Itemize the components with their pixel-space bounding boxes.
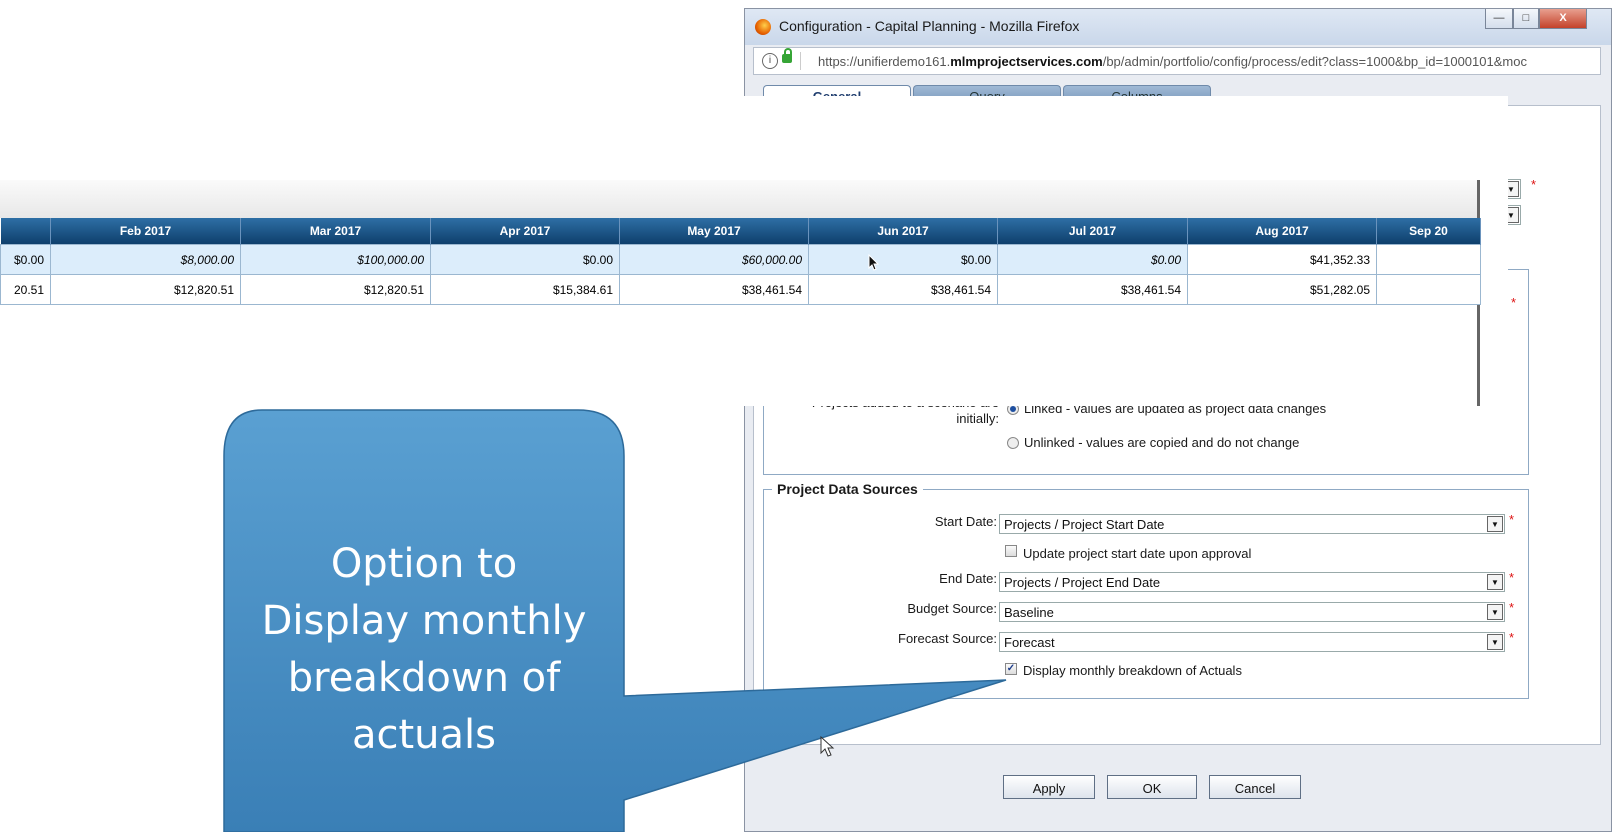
budget-source-select[interactable]: Baseline ▼: [999, 602, 1505, 622]
end-date-value: Projects / Project End Date: [1004, 575, 1161, 590]
update-start-date-checkbox[interactable]: [1005, 545, 1017, 557]
end-date-select[interactable]: Projects / Project End Date ▼: [999, 572, 1505, 592]
budget-source-label: Budget Source:: [907, 601, 997, 616]
required-marker: *: [1509, 570, 1515, 585]
table-row: $0.00 $8,000.00 $100,000.00 $0.00 $60,00…: [0, 244, 1481, 275]
grid-header-cell: May 2017: [619, 218, 809, 245]
window-title: Configuration - Capital Planning - Mozil…: [779, 18, 1080, 34]
data-sources-legend: Project Data Sources: [772, 481, 923, 497]
unlinked-radio[interactable]: [1007, 437, 1019, 449]
grid-cell[interactable]: $0.00: [808, 244, 998, 275]
update-start-date-label: Update project start date upon approval: [1023, 546, 1252, 561]
grid-header-cell: Feb 2017: [50, 218, 241, 245]
chevron-down-icon: ▼: [1487, 634, 1503, 650]
url-prefix: https://unifierdemo161.: [818, 54, 951, 69]
apply-button[interactable]: Apply: [1003, 775, 1095, 799]
grid-header-cell: [0, 218, 51, 245]
grid-cell[interactable]: $41,352.33: [1187, 244, 1377, 275]
grid-cell[interactable]: $38,461.54: [808, 274, 998, 305]
start-date-label: Start Date:: [934, 514, 997, 529]
grid-cell[interactable]: $0.00: [0, 244, 51, 275]
callout-text: Option to Display monthly breakdown of a…: [224, 536, 624, 764]
chevron-down-icon: ▼: [1487, 604, 1503, 620]
unlinked-option-label: Unlinked - values are copied and do not …: [1024, 435, 1300, 450]
grid-header-cell: Jul 2017: [997, 218, 1188, 245]
grid-cell[interactable]: $100,000.00: [240, 244, 431, 275]
maximize-button[interactable]: □: [1513, 9, 1539, 29]
url-text[interactable]: https://unifierdemo161.mlmprojectservice…: [818, 54, 1527, 69]
grid-header-row: Feb 2017 Mar 2017 Apr 2017 May 2017 Jun …: [0, 218, 1481, 245]
mouse-pointer-icon: [868, 254, 880, 271]
display-monthly-actuals-label: Display monthly breakdown of Actuals: [1023, 663, 1242, 678]
grid-cell[interactable]: $38,461.54: [619, 274, 809, 305]
grid-cell[interactable]: $12,820.51: [240, 274, 431, 305]
budget-source-value: Baseline: [1004, 605, 1054, 620]
grid-cell[interactable]: $60,000.00: [619, 244, 809, 275]
grid-toolbar-strip: [0, 180, 1480, 218]
monthly-grid: Feb 2017 Mar 2017 Apr 2017 May 2017 Jun …: [0, 218, 1481, 305]
required-marker: *: [1511, 295, 1517, 310]
grid-header-cell: Sep 20: [1376, 218, 1481, 245]
forecast-source-label: Forecast Source:: [898, 631, 997, 646]
forecast-source-select[interactable]: Forecast ▼: [999, 632, 1505, 652]
forecast-source-value: Forecast: [1004, 635, 1055, 650]
grid-cell[interactable]: $0.00: [997, 244, 1188, 275]
url-bar[interactable]: i https://unifierdemo161.mlmprojectservi…: [753, 47, 1601, 75]
start-date-value: Projects / Project Start Date: [1004, 517, 1165, 532]
ok-button[interactable]: OK: [1107, 775, 1197, 799]
grid-cell[interactable]: $8,000.00: [50, 244, 241, 275]
grid-header-cell: Jun 2017: [808, 218, 998, 245]
lock-icon: [782, 48, 792, 63]
scenario-label-line2: initially:: [956, 411, 999, 426]
grid-cell[interactable]: $38,461.54: [997, 274, 1188, 305]
close-button[interactable]: X: [1539, 9, 1587, 29]
display-monthly-actuals-checkbox[interactable]: ✓: [1005, 663, 1017, 675]
grid-cell[interactable]: $12,820.51: [50, 274, 241, 305]
url-path: /bp/admin/portfolio/config/process/edit?…: [1102, 54, 1527, 69]
url-domain: mlmprojectservices.com: [950, 54, 1103, 69]
grid-cell[interactable]: [1376, 274, 1481, 305]
grid-header-cell: Apr 2017: [430, 218, 620, 245]
end-date-label: End Date:: [939, 571, 997, 586]
grid-header-cell: Mar 2017: [240, 218, 431, 245]
callout-line: Display monthly: [261, 598, 587, 644]
table-row: 20.51 $12,820.51 $12,820.51 $15,384.61 $…: [0, 274, 1481, 305]
required-marker: *: [1509, 600, 1515, 615]
required-marker: *: [1509, 630, 1515, 645]
callout-line: breakdown of: [287, 655, 561, 701]
required-marker: *: [1531, 177, 1537, 192]
firefox-icon: [755, 19, 771, 35]
grid-cell[interactable]: $15,384.61: [430, 274, 620, 305]
grid-cell[interactable]: 20.51: [0, 274, 51, 305]
callout-line: actuals: [351, 712, 496, 758]
start-date-select[interactable]: Projects / Project Start Date ▼: [999, 514, 1505, 534]
cancel-button[interactable]: Cancel: [1209, 775, 1301, 799]
grid-cell[interactable]: $0.00: [430, 244, 620, 275]
grid-header-cell: Aug 2017: [1187, 218, 1377, 245]
required-marker: *: [1509, 512, 1515, 527]
grid-cell[interactable]: $51,282.05: [1187, 274, 1377, 305]
minimize-button[interactable]: —: [1485, 9, 1513, 29]
chevron-down-icon: ▼: [1487, 574, 1503, 590]
title-bar: Configuration - Capital Planning - Mozil…: [745, 9, 1611, 45]
callout-line: Option to: [330, 541, 518, 587]
arrow-cursor-icon: [820, 736, 835, 757]
info-icon[interactable]: i: [762, 53, 778, 69]
chevron-down-icon: ▼: [1487, 516, 1503, 532]
grid-cell[interactable]: [1376, 244, 1481, 275]
